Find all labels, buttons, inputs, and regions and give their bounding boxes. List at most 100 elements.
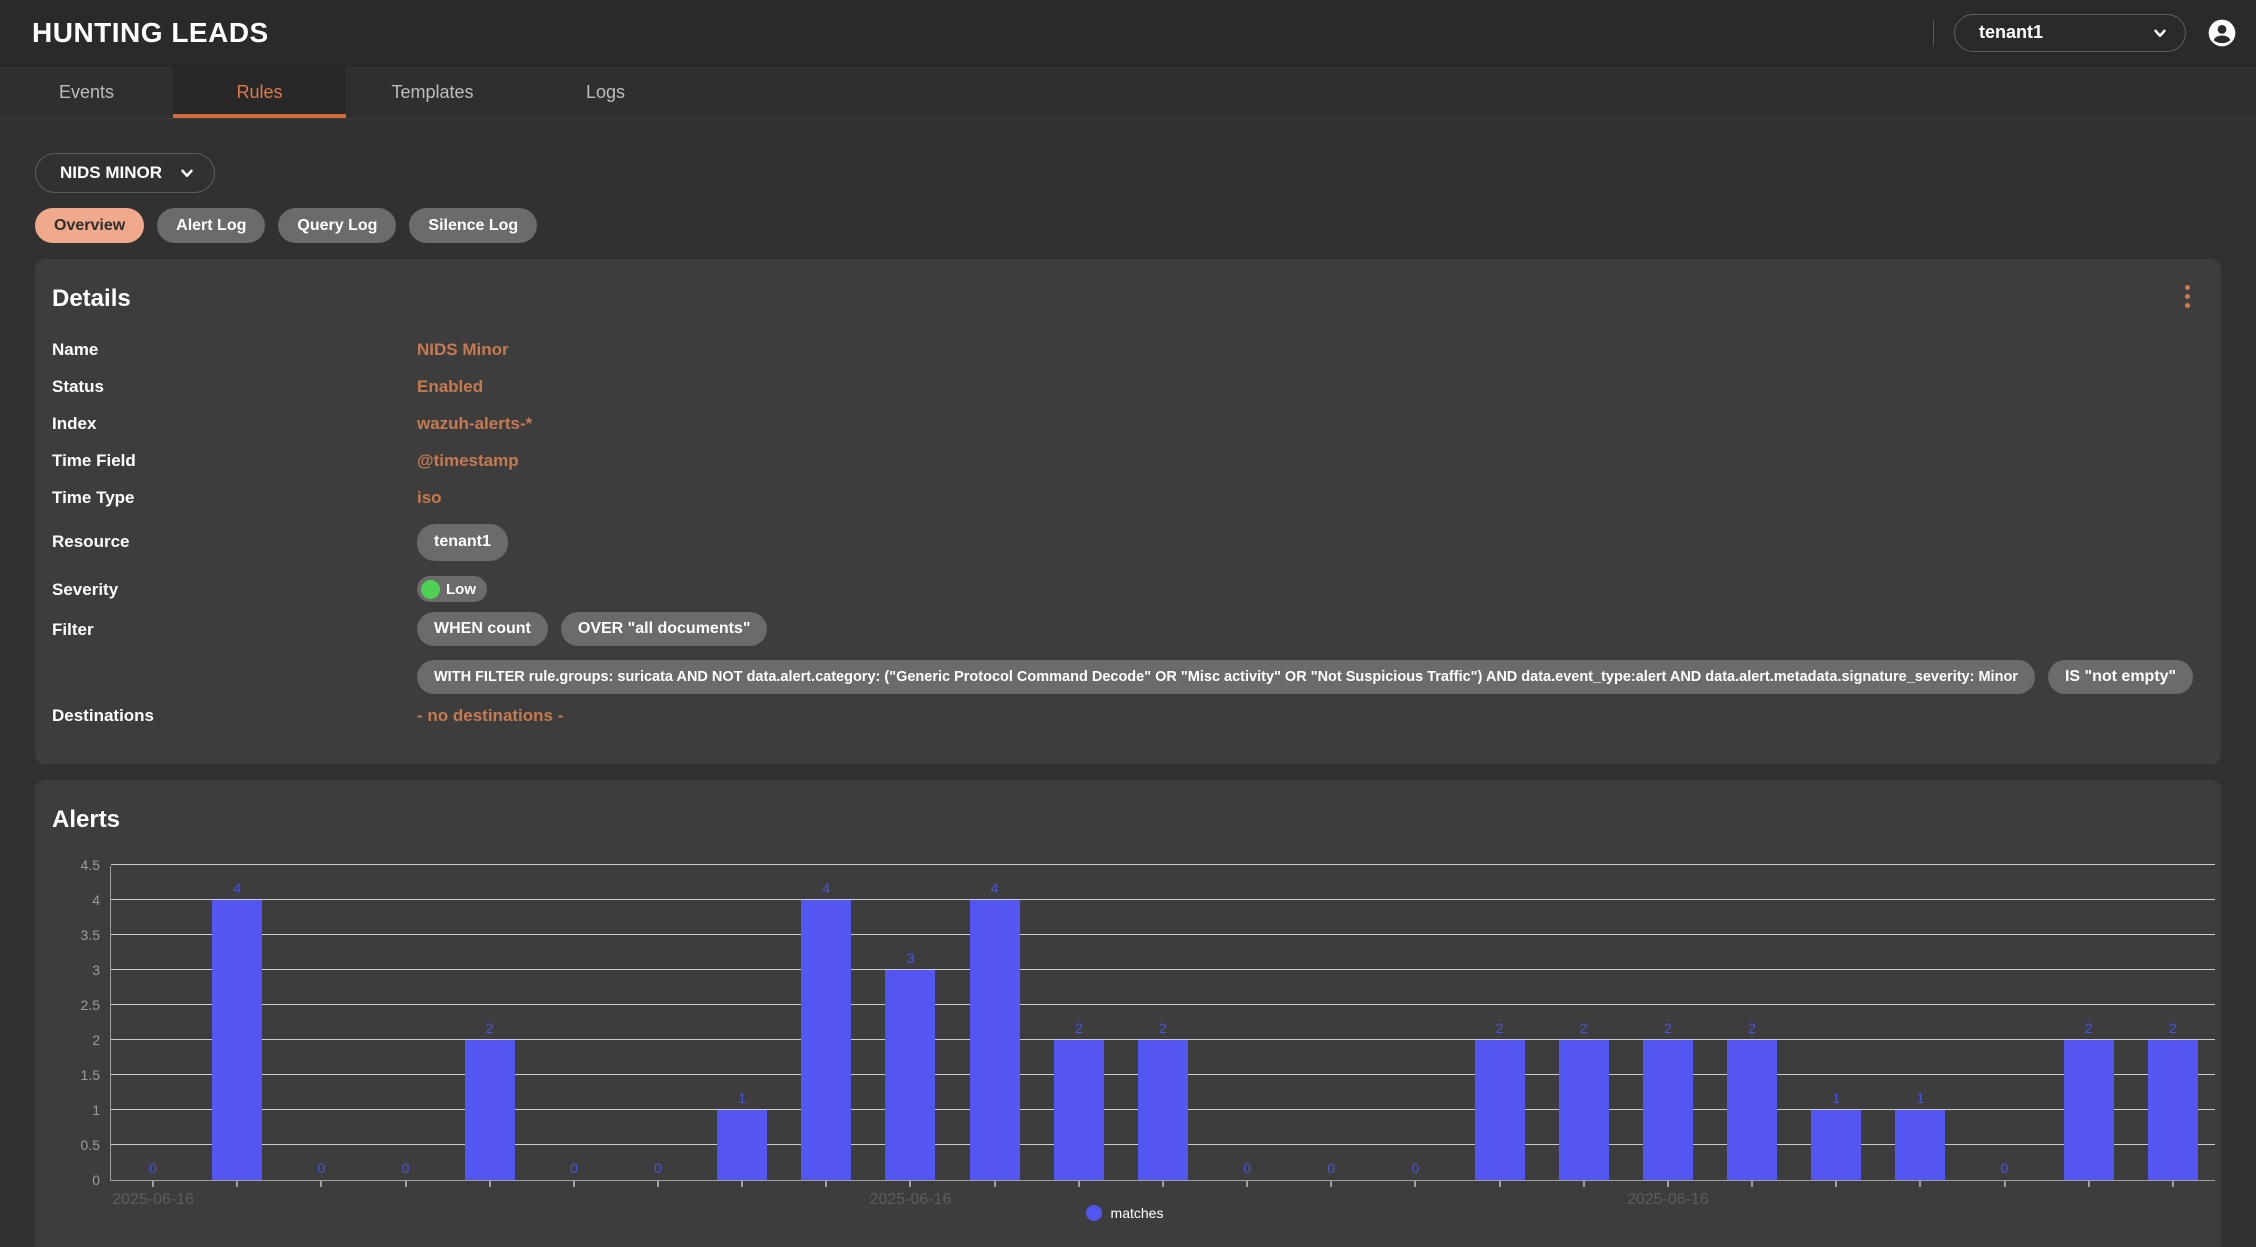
bar-value-label: 4 xyxy=(195,880,279,896)
chart-slot: 0 xyxy=(532,866,616,1180)
x-axis-tick xyxy=(573,1180,575,1187)
chart-slot: 2 xyxy=(1037,866,1121,1180)
x-axis-date-label: 2025-06-16 xyxy=(112,1191,194,1209)
x-axis-tick xyxy=(236,1180,238,1187)
chart-slots: 02025-06-164002001432025-06-164220002222… xyxy=(111,866,2215,1180)
chart-slot: 2 xyxy=(1458,866,1542,1180)
chart-bar xyxy=(465,1040,515,1180)
app-title: HUNTING LEADS xyxy=(32,17,1933,49)
alerts-card-title: Alerts xyxy=(52,806,2197,834)
chart-bar xyxy=(2064,1040,2114,1180)
x-axis-tick xyxy=(1330,1180,1332,1187)
bar-value-label: 1 xyxy=(700,1090,784,1106)
bar-value-label: 2 xyxy=(1037,1020,1121,1036)
main-tabbar: Events Rules Templates Logs xyxy=(0,66,2256,119)
y-axis-label: 1 xyxy=(92,1102,100,1118)
bar-value-label: 2 xyxy=(2047,1020,2131,1036)
chart-slot: 2 xyxy=(448,866,532,1180)
x-axis-tick xyxy=(741,1180,743,1187)
chevron-down-icon xyxy=(2151,24,2169,42)
y-axis-label: 4 xyxy=(92,892,100,908)
x-axis-tick xyxy=(1667,1180,1669,1187)
y-axis-label: 3.5 xyxy=(81,927,100,943)
x-axis-tick xyxy=(1414,1180,1416,1187)
bar-value-label: 2 xyxy=(1626,1020,1710,1036)
chevron-down-icon xyxy=(178,164,196,182)
x-axis-tick xyxy=(909,1180,911,1187)
x-axis-tick xyxy=(825,1180,827,1187)
filter-chip-when: WHEN count xyxy=(417,612,548,646)
kebab-menu-icon[interactable] xyxy=(2177,285,2197,308)
chart-slot: 02025-06-16 xyxy=(111,866,195,1180)
y-axis-label: 1.5 xyxy=(81,1067,100,1083)
tab-events[interactable]: Events xyxy=(0,66,173,118)
chart-slot: 0 xyxy=(363,866,447,1180)
details-row-destinations: Destinations - no destinations - xyxy=(52,694,2197,738)
time-field-value: @timestamp xyxy=(417,451,2197,471)
chart-slot: 0 xyxy=(616,866,700,1180)
chart-slot: 0 xyxy=(1962,866,2046,1180)
account-icon[interactable] xyxy=(2206,17,2238,49)
rule-subtabs: Overview Alert Log Query Log Silence Log xyxy=(35,208,2221,243)
x-axis-tick xyxy=(1919,1180,1921,1187)
y-axis-label: 3 xyxy=(92,962,100,978)
chart-bar xyxy=(717,1110,767,1180)
filter-chip-over: OVER "all documents" xyxy=(561,612,768,646)
details-row-time-type: Time Type iso xyxy=(52,479,2197,516)
x-axis-tick xyxy=(2172,1180,2174,1187)
app-header: HUNTING LEADS tenant1 xyxy=(0,0,2256,66)
chart-slot: 22025-06-16 xyxy=(1626,866,1710,1180)
chart-slot: 0 xyxy=(1205,866,1289,1180)
bar-value-label: 0 xyxy=(1962,1160,2046,1176)
details-row-status: Status Enabled xyxy=(52,368,2197,405)
bar-value-label: 3 xyxy=(868,950,952,966)
bar-value-label: 0 xyxy=(616,1160,700,1176)
details-row-name: Name NIDS Minor xyxy=(52,331,2197,368)
tenant-selector[interactable]: tenant1 xyxy=(1954,14,2186,52)
x-axis-date-label: 2025-06-16 xyxy=(1627,1191,1709,1209)
chart-bar xyxy=(1559,1040,1609,1180)
chart-slot: 2 xyxy=(1710,866,1794,1180)
chart-bar xyxy=(801,900,851,1180)
tab-logs[interactable]: Logs xyxy=(519,66,692,118)
tab-templates[interactable]: Templates xyxy=(346,66,519,118)
chart-slot: 1 xyxy=(700,866,784,1180)
bar-value-label: 2 xyxy=(448,1020,532,1036)
subtab-query-log[interactable]: Query Log xyxy=(278,208,396,243)
tenant-selector-label: tenant1 xyxy=(1979,22,2043,43)
chart-bar xyxy=(1811,1110,1861,1180)
chart-slot: 1 xyxy=(1878,866,1962,1180)
subtab-overview[interactable]: Overview xyxy=(35,208,144,243)
destinations-value: - no destinations - xyxy=(417,706,2197,726)
y-axis-label: 0 xyxy=(92,1172,100,1188)
page-content: NIDS MINOR Overview Alert Log Query Log … xyxy=(0,119,2256,1247)
details-card: Details Name NIDS Minor Status Enabled I… xyxy=(35,259,2221,764)
x-axis-tick xyxy=(405,1180,407,1187)
chart-legend[interactable]: matches xyxy=(52,1205,2197,1221)
rule-selector-label: NIDS MINOR xyxy=(60,163,162,183)
y-axis-label: 2.5 xyxy=(81,997,100,1013)
subtab-silence-log[interactable]: Silence Log xyxy=(409,208,537,243)
details-row-resource: Resource tenant1 xyxy=(52,516,2197,568)
tab-rules[interactable]: Rules xyxy=(173,66,346,118)
chart-slot: 1 xyxy=(1794,866,1878,1180)
chart-slot: 2 xyxy=(1542,866,1626,1180)
status-value: Enabled xyxy=(417,377,2197,397)
chart-bar xyxy=(1054,1040,1104,1180)
rule-selector-dropdown[interactable]: NIDS MINOR xyxy=(35,153,215,193)
x-axis-tick xyxy=(657,1180,659,1187)
chart-slot: 4 xyxy=(195,866,279,1180)
bar-value-label: 4 xyxy=(953,880,1037,896)
header-divider xyxy=(1933,20,1934,46)
x-axis-tick xyxy=(1246,1180,1248,1187)
x-axis-tick xyxy=(489,1180,491,1187)
chart-bar xyxy=(970,900,1020,1180)
x-axis-tick xyxy=(1162,1180,1164,1187)
bar-value-label: 4 xyxy=(784,880,868,896)
subtab-alert-log[interactable]: Alert Log xyxy=(157,208,265,243)
bar-value-label: 0 xyxy=(1205,1160,1289,1176)
index-value: wazuh-alerts-* xyxy=(417,414,2197,434)
bar-value-label: 0 xyxy=(111,1160,195,1176)
chart-bar xyxy=(212,900,262,1180)
chart-slot: 2 xyxy=(1121,866,1205,1180)
